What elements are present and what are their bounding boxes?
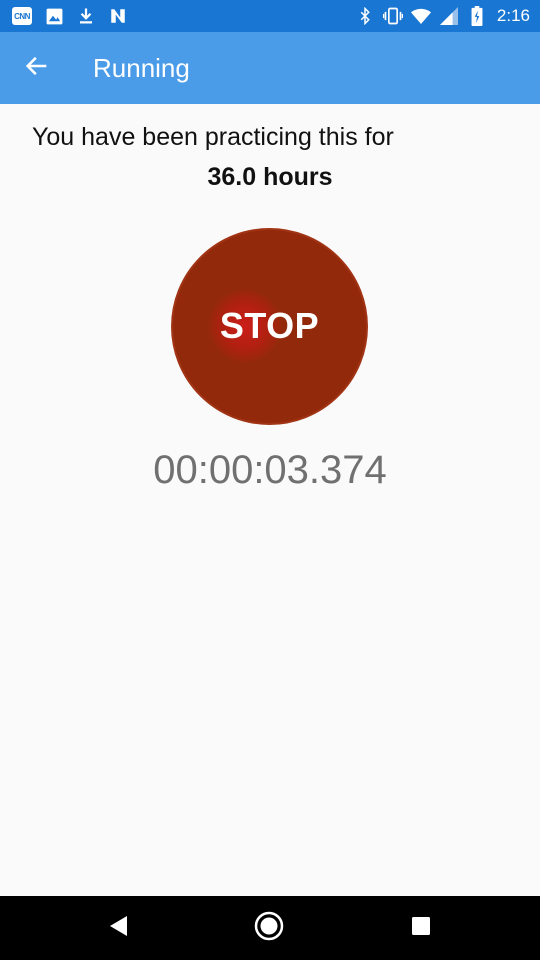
nav-recents-button[interactable] (381, 896, 461, 960)
system-icons: 2:16 (355, 6, 530, 26)
vibrate-icon (382, 6, 403, 26)
nav-back-button[interactable] (78, 896, 158, 960)
notification-icons: CNN (12, 6, 128, 26)
practice-hours: 36.0 hours (207, 163, 333, 191)
recents-square-icon (411, 916, 431, 941)
status-time: 2:16 (496, 6, 530, 25)
elapsed-timer: 00:00:03.374 (153, 448, 387, 492)
download-icon (76, 6, 96, 26)
running-screen: CNN 2:16 Running You have been practicin… (0, 0, 540, 960)
cnn-label: CNN (12, 7, 32, 25)
stop-button-label: STOP (219, 304, 320, 346)
navigation-bar (0, 896, 540, 960)
status-bar: CNN 2:16 (0, 0, 540, 32)
n-icon (108, 6, 128, 26)
battery-icon (467, 6, 487, 26)
cnn-icon: CNN (12, 6, 32, 26)
page-title: Running (93, 52, 190, 83)
bluetooth-icon (355, 6, 375, 26)
practice-text: You have been practicing this for (32, 123, 394, 151)
wifi-icon (410, 6, 431, 26)
back-button[interactable] (0, 32, 74, 104)
stop-button[interactable]: STOP (171, 228, 368, 425)
home-circle-icon (254, 911, 284, 946)
signal-icon (439, 6, 459, 26)
arrow-left-icon (23, 52, 51, 85)
app-bar: Running (0, 32, 540, 104)
back-triangle-icon (108, 915, 128, 942)
nav-home-button[interactable] (229, 896, 309, 960)
image-icon (44, 6, 64, 26)
